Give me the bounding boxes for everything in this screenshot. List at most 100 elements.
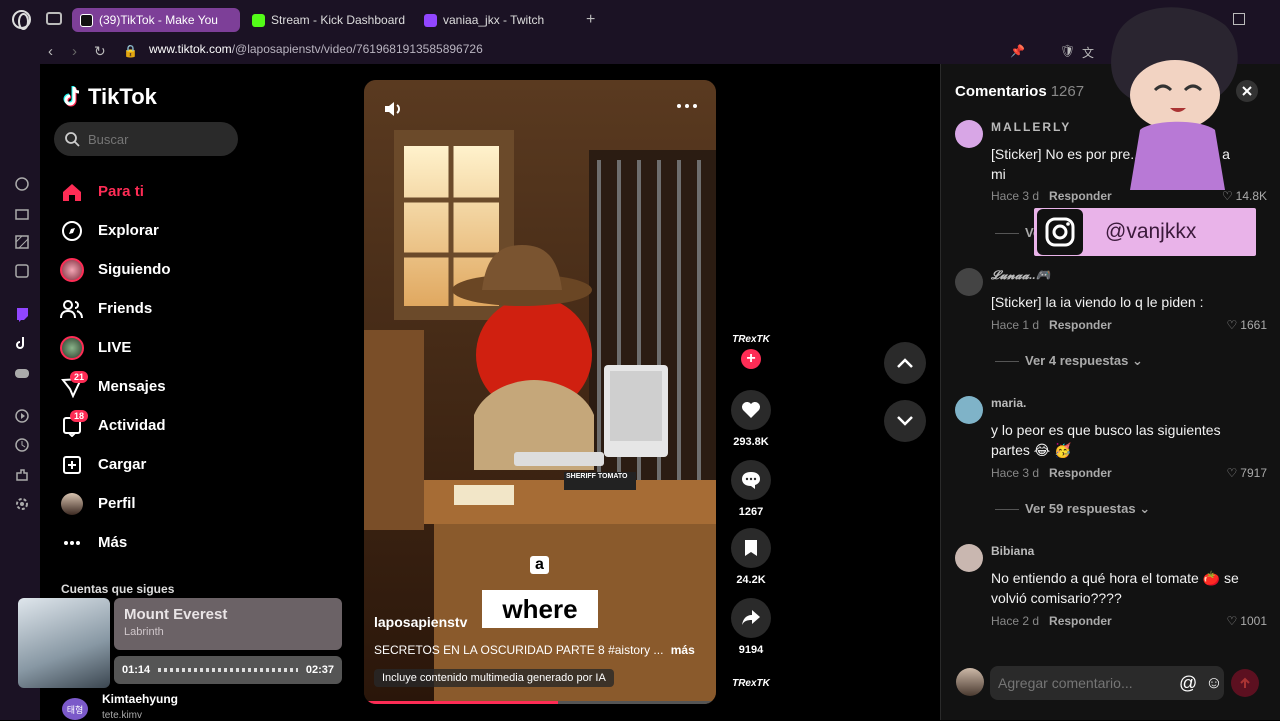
comment-avatar[interactable] [955, 544, 983, 572]
reply-button[interactable]: Responder [1049, 318, 1112, 332]
following-user-avatar[interactable]: 태형 [62, 698, 88, 720]
comment-avatar[interactable] [955, 120, 983, 148]
volume-icon[interactable] [382, 98, 404, 120]
view-replies-button[interactable]: Ver 59 respuestas ⌄ [995, 501, 1150, 517]
save-count: 24.2K [736, 574, 766, 586]
opera-logo-icon[interactable] [12, 10, 31, 30]
workspaces-icon[interactable] [46, 12, 62, 25]
sidebar-item-explorar[interactable]: Explorar [60, 211, 171, 250]
sidebar-item-label: Siguiendo [98, 261, 171, 278]
settings-gear-icon[interactable] [14, 496, 30, 512]
translate-icon[interactable]: 文 [1082, 44, 1094, 61]
twitch-favicon-icon [424, 13, 437, 27]
twitch-icon[interactable] [14, 306, 30, 322]
emoji-icon[interactable]: ☺ [1205, 673, 1222, 693]
share-button[interactable]: 9194 [730, 598, 772, 656]
sidebar-item-mas[interactable]: Más [60, 523, 171, 562]
tab-tiktok[interactable]: (39)TikTok - Make You [72, 8, 240, 32]
sidebar-item-friends[interactable]: Friends [60, 289, 171, 328]
forward-icon[interactable]: › [72, 43, 77, 60]
reply-button[interactable]: Responder [1049, 466, 1112, 480]
reload-icon[interactable]: ↻ [94, 43, 106, 60]
new-tab-button[interactable]: + [586, 11, 595, 29]
follow-plus-icon[interactable]: + [741, 349, 761, 369]
heart-outline-icon: ♡ [1226, 466, 1238, 480]
comments-count: 1267 [1050, 83, 1085, 100]
sidebar-item-cargar[interactable]: Cargar [60, 445, 171, 484]
sidebar-item-label: Más [98, 534, 128, 551]
sound-disc[interactable]: TRexTK [730, 678, 772, 689]
sidebar-item-actividad[interactable]: 18 Actividad [60, 406, 171, 445]
crypto-wallet-icon[interactable] [14, 206, 30, 222]
comment-user[interactable]: MALLERLY [991, 120, 1071, 134]
like-button[interactable]: 293.8K [730, 390, 772, 448]
following-user-handle: tete.kimv [102, 710, 143, 721]
comment-likes: 1001 [1240, 614, 1267, 628]
tab-twitch[interactable]: vaniaa_jkx - Twitch [416, 8, 576, 32]
comment-like-button[interactable]: ♡ 1661 [1227, 318, 1267, 332]
heart-outline-icon: ♡ [1226, 614, 1238, 628]
comment-user[interactable]: 𝓛𝓾𝓷𝓪𝓪..🎮 [991, 268, 1051, 283]
reply-button[interactable]: Responder [1049, 614, 1112, 628]
shield-icon[interactable]: 🛡 [1060, 44, 1075, 58]
search-input[interactable] [88, 131, 218, 147]
comment-input-box[interactable]: @ ☺ [990, 666, 1224, 700]
mail-m-icon[interactable] [14, 263, 30, 279]
tab-kick[interactable]: Stream - Kick Dashboard [244, 8, 414, 32]
comment-meta: Hace 3 d Responder [991, 189, 1112, 203]
sidebar-item-label: Para ti [98, 183, 144, 200]
kick-favicon-icon [252, 13, 265, 27]
comments-header: Comentarios 1267 [955, 83, 1084, 100]
sidebar-item-mensajes[interactable]: 21 Mensajes [60, 367, 171, 406]
comment-input[interactable] [998, 675, 1179, 691]
comment-time: Hace 3 d [991, 466, 1040, 480]
comment-button[interactable]: 1267 [730, 460, 772, 518]
clock-icon[interactable] [14, 437, 30, 453]
url-field[interactable]: www.tiktok.com/@laposapienstv/video/7619… [149, 42, 483, 56]
instagram-icon [1037, 209, 1083, 255]
back-icon[interactable]: ‹ [48, 43, 53, 60]
track-artist: Labrinth [124, 626, 164, 638]
post-comment-button[interactable] [1231, 669, 1259, 697]
desk-sign: SHERIFF TOMATO [566, 473, 628, 480]
previous-video-button[interactable] [884, 342, 926, 384]
comment-user[interactable]: Bibiana [991, 544, 1034, 558]
sidebar-item-perfil[interactable]: Perfil [60, 484, 171, 523]
comment-user[interactable]: maria. [991, 396, 1026, 410]
save-button[interactable]: 24.2K [730, 528, 772, 586]
sidebar-item-siguiendo[interactable]: Siguiendo [60, 250, 171, 289]
history-circle-icon[interactable] [14, 176, 30, 192]
pin-icon[interactable]: 📌 [1010, 44, 1025, 58]
comment-like-button[interactable]: ♡ 1001 [1227, 614, 1267, 628]
next-video-button[interactable] [884, 400, 926, 442]
view-replies-button[interactable]: Ver 4 respuestas ⌄ [995, 353, 1143, 369]
tiktok-favicon-icon [80, 13, 93, 27]
comment-avatar[interactable] [955, 268, 983, 296]
video-progress[interactable] [364, 701, 716, 704]
chevron-down-icon: ⌄ [1139, 501, 1151, 516]
tiktok-icon[interactable] [14, 335, 30, 351]
video-more-icon[interactable] [676, 102, 698, 110]
sidebar-item-para-ti[interactable]: Para ti [60, 172, 171, 211]
video-author[interactable]: laposapienstv [374, 614, 467, 630]
following-user-name[interactable]: Kimtaehyung [102, 692, 178, 706]
tiktok-logo[interactable]: TikTok [62, 84, 157, 110]
activity-badge: 18 [70, 410, 89, 422]
search-box[interactable] [54, 122, 238, 156]
mention-icon[interactable]: @ [1179, 673, 1197, 694]
extensions-icon[interactable] [14, 467, 30, 483]
now-playing-widget: Mount Everest Labrinth 01:14 02:37 [18, 598, 342, 692]
video-player[interactable]: SHERIFF TOMATO a where laposapienstv SEC… [364, 80, 716, 704]
chevron-up-icon [897, 358, 913, 368]
sidebar-item-label: Cargar [98, 456, 147, 473]
creator-avatar[interactable]: TRexTK + [730, 334, 772, 369]
sidebar-item-label: LIVE [98, 339, 132, 356]
comment-avatar[interactable] [955, 396, 983, 424]
comment-like-button[interactable]: ♡ 7917 [1227, 466, 1267, 480]
sidebar-item-live[interactable]: LIVE [60, 328, 171, 367]
lock-icon: 🔒 [123, 44, 138, 58]
see-more-link[interactable]: más [671, 643, 695, 657]
tab-islands-icon[interactable] [14, 234, 30, 250]
discord-icon[interactable] [14, 365, 30, 381]
player-icon[interactable] [14, 408, 30, 424]
